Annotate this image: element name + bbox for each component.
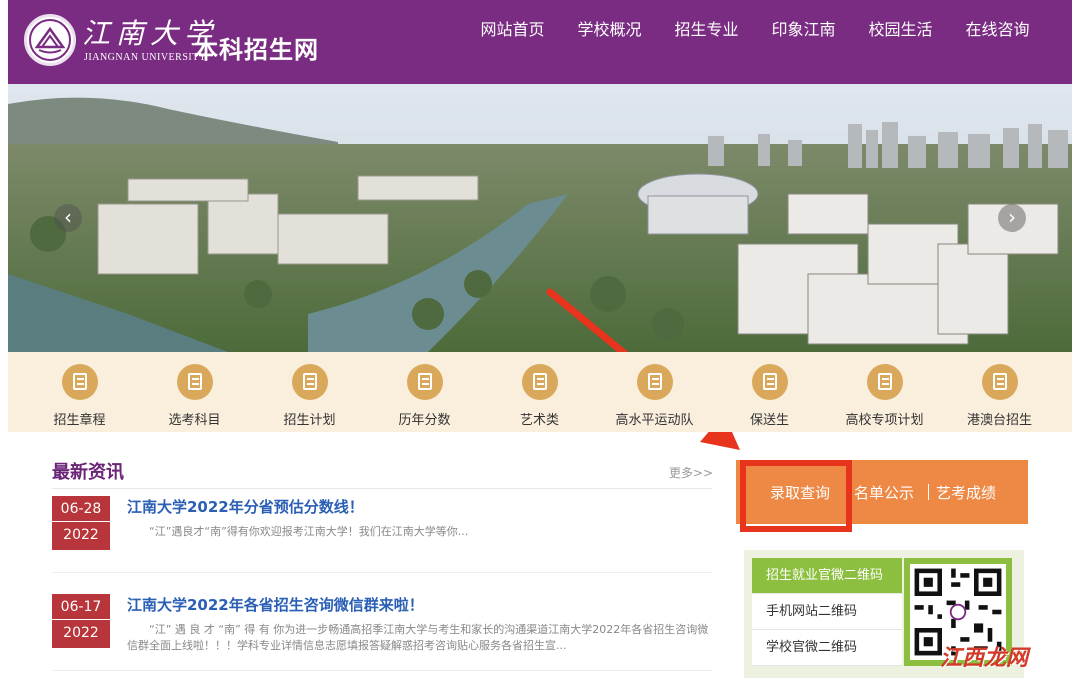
divider (52, 572, 712, 573)
news-headline[interactable]: 江南大学2022年分省预估分数线！ (127, 496, 364, 517)
news-item[interactable]: 06-17 2022 江南大学2022年各省招生咨询微信群来啦！ “江” 遇 良… (52, 594, 712, 664)
news-section-title: 最新资讯 (52, 462, 124, 483)
category-label: 艺术类 (519, 413, 559, 428)
athlete-icon (636, 364, 673, 400)
category-special-plan[interactable]: 高校专项计划 (827, 352, 942, 432)
document-icon (61, 364, 98, 400)
tab-art-scores[interactable]: 艺考成绩 (936, 482, 996, 503)
qr-tab-list: 招生就业官微二维码 手机网站二维码 学校官微二维码 (752, 558, 902, 666)
calendar-icon (406, 364, 443, 400)
tab-name-list[interactable]: 名单公示 (854, 482, 914, 503)
document-icon (866, 364, 903, 400)
watermark: 江西龙网 (940, 646, 1029, 671)
qr-tab-mobile-site[interactable]: 手机网站二维码 (752, 594, 902, 630)
document-icon (291, 364, 328, 400)
category-enrollment-plan[interactable]: 招生计划 (252, 352, 367, 432)
category-label: 招生计划 (283, 413, 336, 428)
category-recommended[interactable]: 保送生 (712, 352, 827, 432)
nav-campus-life[interactable]: 校园生活 (852, 16, 949, 40)
site-title[interactable]: 本科招生网 (194, 30, 319, 65)
highlight-box-annotation (740, 460, 852, 532)
banner-prev-button[interactable]: ‹ (54, 204, 82, 232)
category-label: 选考科目 (168, 413, 221, 428)
news-item[interactable]: 06-28 2022 江南大学2022年分省预估分数线！ “江”遇良才“南”得有… (52, 496, 712, 556)
category-label: 招生章程 (53, 413, 106, 428)
category-bar: 招生章程 选考科目 招生计划 历年分数 艺术类 高水平运动队 保送生 高校专项计… (8, 352, 1072, 432)
date-year: 2022 (63, 625, 99, 641)
category-exam-subjects[interactable]: 选考科目 (137, 352, 252, 432)
news-headline[interactable]: 江南大学2022年各省招生咨询微信群来啦！ (127, 594, 424, 615)
date-year: 2022 (63, 527, 99, 543)
nav-about[interactable]: 学校概况 (561, 16, 658, 40)
category-past-scores[interactable]: 历年分数 (367, 352, 482, 432)
category-label: 保送生 (749, 413, 789, 428)
date-badge: 06-28 2022 (52, 496, 110, 550)
arts-icon (521, 364, 558, 400)
logo-english-name: JIANGNAN UNIVERSITY (84, 52, 207, 63)
category-arts[interactable]: 艺术类 (482, 352, 597, 432)
document-icon (981, 364, 1018, 400)
nav-online-consult[interactable]: 在线咨询 (949, 16, 1046, 40)
banner-next-button[interactable]: › (998, 204, 1026, 232)
news-summary: “江”遇良才“南”得有你欢迎报考江南大学！我们在江南大学等你... (149, 525, 469, 538)
university-emblem-icon[interactable] (24, 14, 76, 66)
news-summary: “江” 遇 良 才 “南” 得 有 你为进一步畅通高招季江南大学与考生和家长的沟… (127, 623, 709, 652)
document-icon (176, 364, 213, 400)
category-label: 港澳台招生 (966, 413, 1032, 428)
news-more-link[interactable]: 更多>> (669, 464, 713, 481)
main-nav: 网站首页 学校概况 招生专业 印象江南 校园生活 在线咨询 (464, 16, 1046, 40)
category-hk-macao-taiwan[interactable]: 港澳台招生 (942, 352, 1057, 432)
user-card-icon (751, 364, 788, 400)
date-month-day: 06-28 (52, 496, 110, 522)
divider (52, 488, 712, 489)
nav-majors[interactable]: 招生专业 (658, 16, 755, 40)
qr-tab-official-wechat[interactable]: 招生就业官微二维码 (752, 558, 902, 594)
date-month-day: 06-17 (52, 594, 110, 620)
qr-tab-school-wechat[interactable]: 学校官微二维码 (752, 630, 902, 666)
divider (52, 670, 712, 671)
category-label: 高水平运动队 (615, 413, 694, 428)
category-label: 历年分数 (398, 413, 451, 428)
category-athletes[interactable]: 高水平运动队 (597, 352, 712, 432)
nav-impressions[interactable]: 印象江南 (755, 16, 852, 40)
nav-home[interactable]: 网站首页 (464, 16, 561, 40)
category-label: 高校专项计划 (845, 413, 924, 428)
divider (928, 484, 929, 500)
date-badge: 06-17 2022 (52, 594, 110, 648)
category-admission-charter[interactable]: 招生章程 (22, 352, 137, 432)
site-header: 江南大学 JIANGNAN UNIVERSITY 本科招生网 网站首页 学校概况… (8, 0, 1072, 84)
